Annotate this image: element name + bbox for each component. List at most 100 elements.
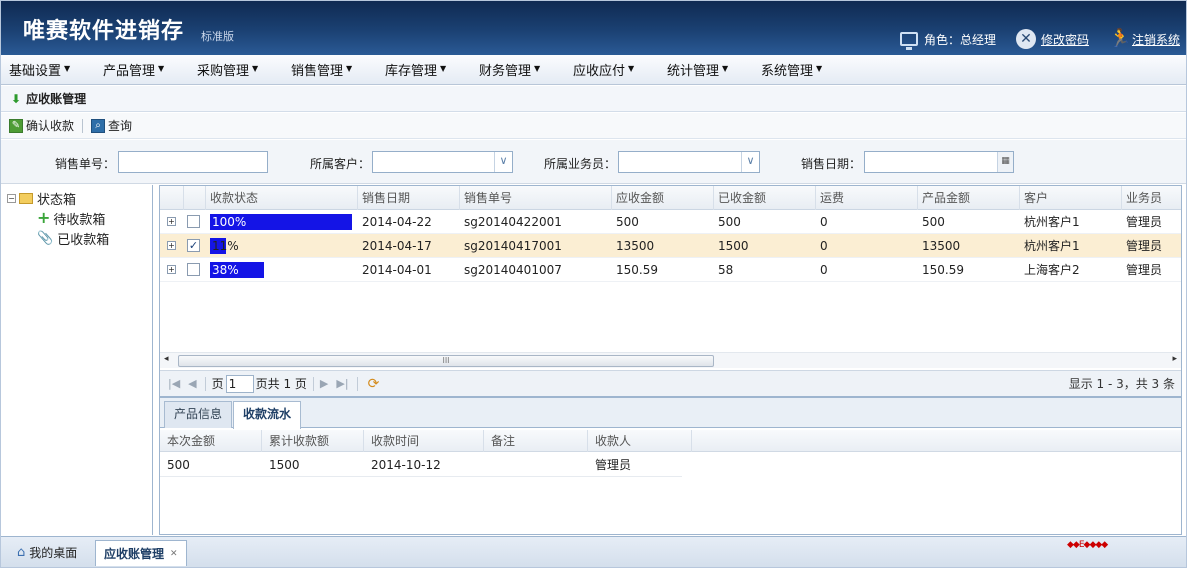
horizontal-scrollbar[interactable]: ◂ III ▸ [160, 352, 1181, 368]
decoration-icon: ◆◆E◆◆◆◆ [1067, 540, 1108, 550]
caret-down-icon: ▼ [628, 64, 635, 73]
caret-down-icon: ▼ [346, 64, 353, 73]
table-row[interactable]: +100% 2014-04-22 sg20140422001 500 500 0 500 杭州… [160, 210, 1181, 234]
chevron-down-icon[interactable]: ∨ [494, 152, 512, 172]
cell-date: 2014-04-22 [362, 215, 432, 229]
tab-receipt-flow[interactable]: 收款流水 [233, 401, 302, 429]
table-row[interactable]: +38% 2014-04-01 sg20140401007 150.59 58 0 150.… [160, 258, 1181, 282]
refresh-icon[interactable]: ⟳ [368, 376, 380, 392]
row-checkbox[interactable] [187, 263, 200, 276]
edit-icon: ✎ [9, 118, 23, 133]
scroll-thumb[interactable]: III [178, 355, 714, 367]
date-input[interactable]: ▦ [864, 151, 1014, 173]
col-received[interactable]: 已收金额 [714, 186, 816, 210]
caret-down-icon: ▼ [158, 64, 165, 73]
menu-inventory[interactable]: 库存管理 ▼ [377, 60, 471, 79]
menu-sales[interactable]: 销售管理 ▼ [283, 60, 377, 79]
first-page-icon[interactable]: |◀ [168, 377, 180, 390]
salesman-select[interactable]: ∨ [618, 151, 760, 173]
expand-row-icon[interactable]: + [167, 265, 176, 274]
query-button[interactable]: ⌕ 查询 [91, 117, 132, 134]
cell-freight: 0 [820, 239, 828, 253]
paperclip-icon: 📎 [37, 230, 54, 246]
col-receivable[interactable]: 应收金额 [612, 186, 714, 210]
logout-link[interactable]: 🏃 注销系统 [1109, 29, 1180, 49]
tab-receivables[interactable]: 应收账管理 ✕ [95, 540, 187, 566]
scroll-right-icon[interactable]: ▸ [1172, 354, 1177, 364]
cell-note [484, 453, 491, 477]
col-amount[interactable]: 本次金额 [160, 430, 262, 452]
query-label: 查询 [108, 119, 133, 133]
caret-down-icon: ▼ [252, 64, 259, 73]
scroll-left-icon[interactable]: ◂ [164, 354, 169, 364]
col-cumulative[interactable]: 累计收款额 [262, 430, 364, 452]
table-row[interactable]: 500 1500 2014-10-12 管理员 [160, 453, 682, 477]
status-tree: − 状态箱 + 待收款箱 📎 已收款箱 [1, 185, 153, 535]
cell-amount: 500 [167, 458, 190, 472]
tab-product-info[interactable]: 产品信息 [164, 401, 233, 428]
expand-row-icon[interactable]: + [167, 241, 176, 250]
detail-panel: 产品信息 收款流水 本次金额 累计收款额 收款时间 备注 收款人 500 150… [159, 397, 1182, 535]
col-salesman[interactable]: 业务员 [1122, 186, 1181, 210]
last-page-icon[interactable]: ▶| [336, 377, 348, 390]
table-row[interactable]: + ✓ 11% 2014-04-17 sg20140417001 13500 1500 0 13… [160, 234, 1181, 258]
col-status[interactable]: 收款状态 [206, 186, 358, 210]
cell-cumulative: 1500 [269, 458, 300, 472]
menu-product[interactable]: 产品管理 ▼ [95, 60, 189, 79]
row-checkbox[interactable] [187, 215, 200, 228]
menu-system[interactable]: 系统管理 ▼ [753, 60, 847, 79]
row-checkbox[interactable]: ✓ [187, 239, 200, 252]
order-no-input[interactable] [118, 151, 268, 173]
pager-separator [204, 376, 206, 391]
customer-select[interactable]: ∨ [372, 151, 513, 173]
menu-statistics[interactable]: 统计管理 ▼ [659, 60, 753, 79]
col-note[interactable]: 备注 [484, 430, 588, 452]
confirm-receipt-label: 确认收款 [26, 119, 75, 133]
tree-item-received[interactable]: 📎 已收款箱 [1, 228, 152, 248]
change-password-label[interactable]: 修改密码 [1041, 31, 1089, 48]
tree-root[interactable]: − 状态箱 [1, 188, 152, 208]
tab-my-desktop[interactable]: ⌂ 我的桌面 [9, 540, 85, 566]
menu-basic-settings[interactable]: 基础设置 ▼ [1, 60, 95, 79]
download-arrow-icon: ⬇ [11, 91, 22, 106]
cell-customer: 杭州客户1 [1024, 215, 1080, 229]
customer-label: 所属客户： [310, 157, 371, 171]
cell-time: 2014-10-12 [371, 458, 441, 472]
menu-purchase[interactable]: 采购管理 ▼ [189, 60, 283, 79]
cell-freight: 0 [820, 215, 828, 229]
calendar-icon[interactable]: ▦ [997, 152, 1013, 172]
collapse-icon[interactable]: − [7, 193, 16, 203]
record-count: 显示 1 - 3，共 3 条 [1068, 377, 1175, 391]
menu-receivable-payable[interactable]: 应收应付 ▼ [565, 60, 659, 79]
col-payee[interactable]: 收款人 [588, 430, 692, 452]
receivables-grid: 收款状态 销售日期 销售单号 应收金额 已收金额 运费 产品金额 客户 业务员 … [159, 185, 1182, 397]
col-date[interactable]: 销售日期 [358, 186, 460, 210]
detail-grid-header: 本次金额 累计收款额 收款时间 备注 收款人 [160, 430, 1181, 452]
expand-row-icon[interactable]: + [167, 217, 176, 226]
logout-label[interactable]: 注销系统 [1132, 31, 1180, 48]
running-man-icon: 🏃 [1108, 28, 1132, 49]
cell-received: 1500 [718, 239, 749, 253]
app-header: 唯赛软件进销存 标准版 角色：总经理 ✕ 修改密码 🏃 注销系统 [1, 1, 1186, 55]
close-icon[interactable]: ✕ [170, 542, 178, 566]
confirm-receipt-button[interactable]: ✎ 确认收款 [9, 117, 74, 134]
panel-title: ⬇ 应收账管理 [1, 86, 1186, 112]
col-freight[interactable]: 运费 [816, 186, 918, 210]
next-page-icon[interactable]: ▶ [320, 377, 328, 390]
tools-icon: ✕ [1015, 29, 1036, 49]
col-time[interactable]: 收款时间 [364, 430, 484, 452]
page-number-input[interactable]: 1 [225, 374, 254, 393]
col-customer[interactable]: 客户 [1020, 186, 1122, 210]
menu-label: 系统管理 [761, 64, 814, 79]
tree-item-pending[interactable]: + 待收款箱 [1, 208, 152, 228]
caret-down-icon: ▼ [534, 64, 541, 73]
menu-label: 应收应付 [573, 64, 626, 79]
prev-page-icon[interactable]: ◀ [188, 377, 196, 390]
col-order-no[interactable]: 销售单号 [460, 186, 612, 210]
chevron-down-icon[interactable]: ∨ [741, 152, 759, 172]
change-password-link[interactable]: ✕ 修改密码 [1015, 29, 1089, 49]
caret-down-icon: ▼ [440, 64, 447, 73]
menu-label: 库存管理 [385, 64, 438, 79]
menu-finance[interactable]: 财务管理 ▼ [471, 60, 565, 79]
col-product-amount[interactable]: 产品金额 [918, 186, 1020, 210]
